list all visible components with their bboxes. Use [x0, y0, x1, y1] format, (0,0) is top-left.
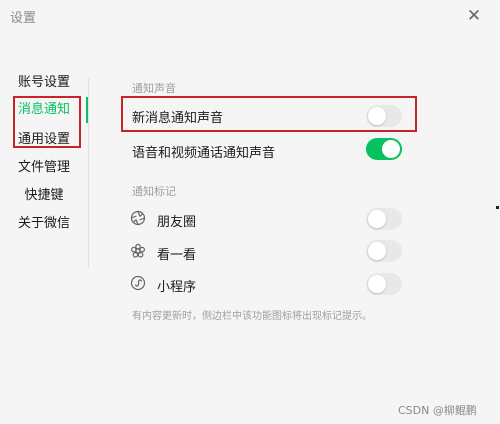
- toggle-knob: [368, 275, 386, 293]
- watermark: CSDN @柳鲲鹏: [398, 404, 477, 417]
- look-flower-icon: [130, 243, 146, 259]
- moments-label: 朋友圈: [157, 215, 197, 230]
- mini-program-label: 小程序: [157, 280, 197, 295]
- sidebar-item-files[interactable]: 文件管理: [0, 155, 88, 181]
- look-toggle[interactable]: [366, 240, 402, 262]
- sidebar-divider: [88, 78, 89, 268]
- highlight-box-row: [121, 96, 417, 132]
- resize-edge-marker: [496, 206, 499, 209]
- look-label: 看一看: [157, 248, 197, 263]
- highlight-box-sidebar: [13, 96, 81, 148]
- call-sound-label: 语音和视频通话通知声音: [132, 146, 276, 161]
- mini-program-icon: [130, 275, 146, 291]
- title-bar: 设置 ✕: [0, 0, 500, 32]
- sidebar-item-about[interactable]: 关于微信: [0, 211, 88, 237]
- sidebar-item-account[interactable]: 账号设置: [0, 70, 88, 96]
- active-indicator: [86, 97, 88, 123]
- toggle-knob: [382, 140, 400, 158]
- section-title-sound: 通知声音: [132, 82, 176, 95]
- moments-aperture-icon: [130, 210, 146, 226]
- close-icon[interactable]: ✕: [460, 2, 488, 30]
- toggle-knob: [368, 210, 386, 228]
- toggle-knob: [368, 242, 386, 260]
- badge-hint-text: 有内容更新时，侧边栏中该功能图标将出现标记提示。: [132, 311, 372, 322]
- window-title: 设置: [10, 11, 37, 26]
- section-title-badge: 通知标记: [132, 185, 176, 198]
- moments-toggle[interactable]: [366, 208, 402, 230]
- call-sound-toggle[interactable]: [366, 138, 402, 160]
- mini-program-toggle[interactable]: [366, 273, 402, 295]
- sidebar-item-shortcuts[interactable]: 快捷键: [0, 183, 88, 209]
